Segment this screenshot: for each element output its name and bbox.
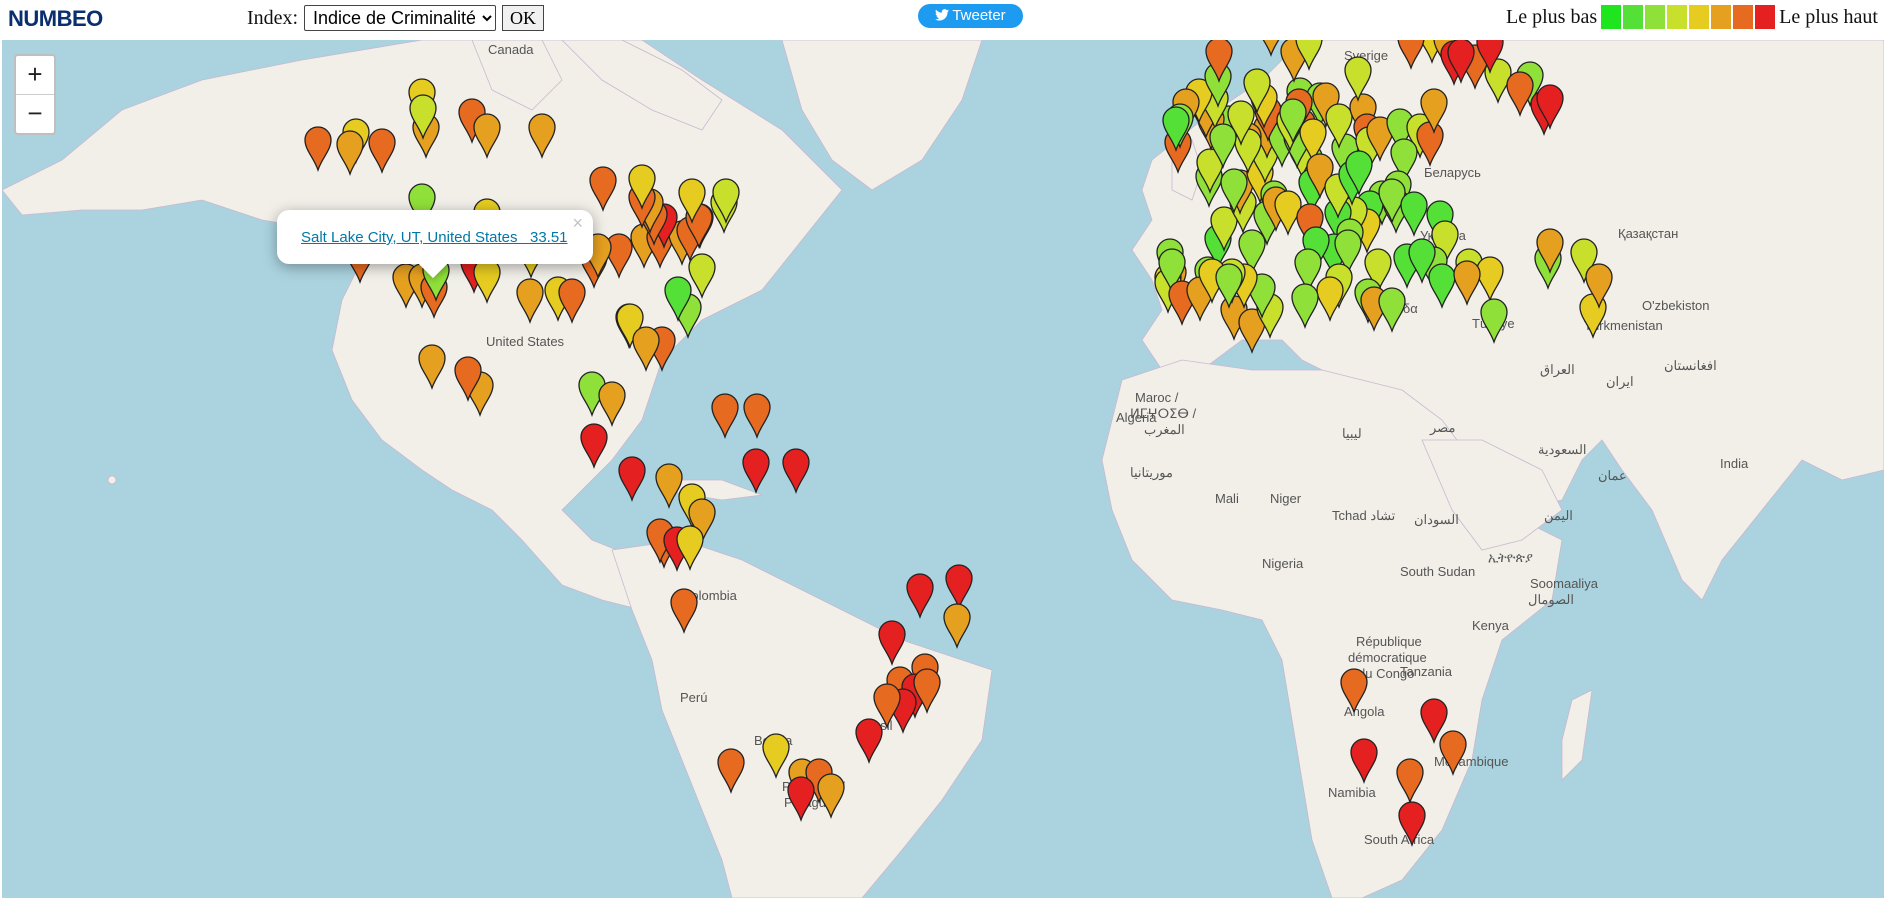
city-marker[interactable] [743, 393, 771, 440]
zoom-out-button[interactable]: − [16, 95, 54, 133]
map-label: موريتانيا [1130, 465, 1173, 481]
city-marker[interactable] [945, 564, 973, 611]
legend-swatch [1733, 5, 1754, 29]
popup-city-link[interactable]: Salt Lake City, UT, United States 33.51 [301, 229, 568, 246]
index-label: Index: [247, 7, 299, 29]
map-label: ایران [1606, 374, 1634, 390]
numbeo-logo[interactable]: NUMBEO [8, 6, 103, 32]
top-bar: NUMBEO Index: Indice de Criminalité OK T… [0, 0, 1886, 40]
map-label: السعودية [1538, 442, 1587, 458]
map-label: O'zbekiston [1642, 298, 1710, 313]
map-label: افغانستان [1664, 358, 1717, 373]
city-marker[interactable] [618, 456, 646, 503]
map-label: India [1720, 456, 1749, 471]
legend-swatch [1623, 5, 1644, 29]
ok-button[interactable]: OK [502, 5, 544, 31]
legend-swatch [1645, 5, 1666, 29]
map-label: Maroc / [1135, 390, 1179, 405]
map-label: السودان [1414, 512, 1459, 528]
legend-swatch [1755, 5, 1776, 29]
city-marker[interactable] [782, 448, 810, 495]
city-marker[interactable] [711, 393, 739, 440]
legend-swatch [1689, 5, 1710, 29]
city-marker[interactable] [906, 573, 934, 620]
popup-close-button[interactable]: × [572, 213, 583, 234]
map-label: Nigeria [1262, 556, 1304, 571]
map-label: العراق [1540, 362, 1575, 378]
twitter-bird-icon [935, 9, 950, 21]
tweet-label: Tweeter [952, 7, 1006, 24]
map-label: Angola [1344, 704, 1385, 719]
map-label: South Sudan [1400, 564, 1475, 579]
map-label: Algeria [1116, 410, 1157, 425]
map-label: Tanzania [1400, 664, 1453, 679]
legend-swatch [1667, 5, 1688, 29]
map-label: Tchad تشاد [1332, 508, 1396, 523]
map-label: Mali [1215, 491, 1239, 506]
map-label: الصومال [1528, 592, 1574, 608]
city-marker[interactable] [742, 448, 770, 495]
map-label: démocratique [1348, 650, 1427, 665]
map-label: Soomaaliya [1530, 576, 1599, 591]
city-marker[interactable] [1258, 40, 1284, 58]
legend: Le plus bas Le plus haut [1506, 4, 1878, 30]
legend-low-label: Le plus bas [1506, 5, 1598, 28]
map-label: Niger [1270, 491, 1302, 506]
city-marker[interactable] [943, 603, 971, 650]
map-canvas[interactable]: CanadaUnited StatesColombiaBoliviaParagu… [2, 40, 1884, 898]
map-label: اليمن [1544, 508, 1573, 524]
legend-swatch [1601, 5, 1622, 29]
world-map[interactable]: CanadaUnited StatesColombiaBoliviaParagu… [2, 40, 1884, 898]
legend-high-label: Le plus haut [1779, 5, 1878, 28]
map-label: ኢትዮጵያ [1488, 550, 1533, 565]
map-label: Perú [680, 690, 707, 705]
map-label: Namibia [1328, 785, 1376, 800]
index-select[interactable]: Indice de Criminalité [304, 5, 496, 31]
map-label: République [1356, 634, 1422, 649]
city-popup: × Salt Lake City, UT, United States 33.5… [277, 210, 593, 279]
map-label: United States [486, 334, 565, 349]
legend-swatch [1711, 5, 1732, 29]
map-label: South Africa [1364, 832, 1435, 847]
zoom-control: + − [14, 54, 56, 135]
map-label: Беларусь [1424, 165, 1481, 180]
map-label: Canada [488, 42, 534, 57]
map-label: ليبيا [1342, 426, 1362, 441]
city-marker[interactable] [655, 463, 683, 510]
map-label: Kenya [1472, 618, 1510, 633]
map-label: مصر [1429, 420, 1455, 436]
tweet-button[interactable]: Tweeter [918, 4, 1023, 28]
map-label: عمان [1598, 468, 1627, 483]
map-label: Қазақстан [1618, 226, 1678, 241]
zoom-in-button[interactable]: + [16, 56, 54, 95]
